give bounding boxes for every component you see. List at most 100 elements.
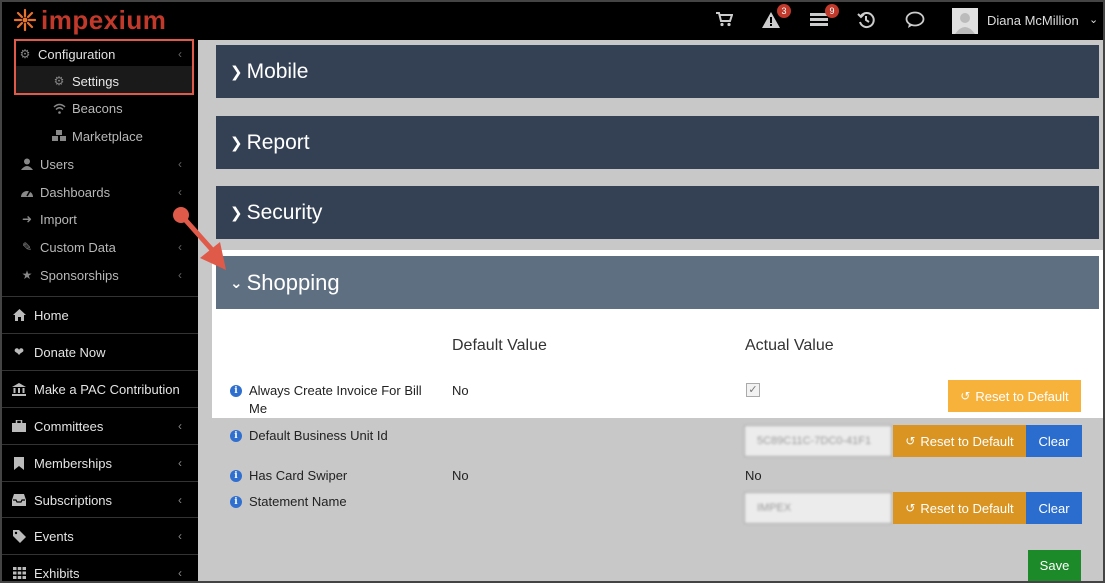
chevron-left-icon: ‹ — [178, 566, 182, 580]
column-header-default: Default Value — [452, 337, 547, 354]
tasks-badge: 9 — [825, 4, 839, 18]
sidebar-item-home[interactable]: Home — [2, 296, 198, 333]
inbox-icon — [12, 493, 26, 507]
panel-mobile[interactable]: ❯ Mobile — [216, 45, 1099, 98]
clear-button[interactable]: Clear — [1026, 492, 1082, 524]
annotation-arrow — [173, 207, 226, 270]
history-icon[interactable] — [855, 11, 877, 31]
panel-security[interactable]: ❯ Security — [216, 186, 1099, 239]
sidebar-item-label: Subscriptions — [34, 492, 113, 508]
setting-label-statement-name: i Statement Name — [230, 493, 347, 511]
panel-title: Report — [246, 130, 310, 154]
sidebar-item-events[interactable]: Events ‹ — [2, 517, 198, 554]
sidebar-item-label: Donate Now — [34, 344, 106, 360]
history-icon: ↺ — [905, 501, 916, 515]
alerts-badge: 3 — [777, 4, 791, 18]
wifi-icon — [52, 101, 66, 115]
invoice-checkbox[interactable]: ✓ — [746, 383, 760, 397]
info-icon[interactable]: i — [230, 430, 242, 442]
chevron-left-icon: ‹ — [178, 419, 182, 433]
actual-value: No — [745, 468, 762, 483]
chevron-left-icon: ‹ — [178, 529, 182, 543]
chevron-down-icon[interactable]: ⌄ — [1089, 13, 1098, 26]
star-icon: ★ — [21, 268, 33, 282]
reset-to-default-button[interactable]: ↺ Reset to Default — [893, 425, 1026, 457]
sign-in-icon: ➜ — [21, 212, 33, 226]
sidebar-item-label: Sponsorships — [40, 267, 119, 283]
panel-shopping[interactable]: ⌄ Shopping — [216, 256, 1099, 309]
dashboard-icon — [20, 185, 34, 199]
logo[interactable]: impexium — [12, 7, 166, 33]
sidebar-item-label: Events — [34, 528, 74, 544]
avatar[interactable] — [952, 8, 978, 34]
top-bar: impexium 3 9 Diana McMillion ⌄ — [2, 2, 1103, 40]
cart-icon[interactable] — [713, 11, 735, 31]
chat-icon[interactable] — [904, 11, 926, 31]
edit-icon: ✎ — [21, 240, 33, 254]
chevron-left-icon: ‹ — [178, 185, 182, 199]
info-icon[interactable]: i — [230, 496, 242, 508]
sidebar-item-label: Make a PAC Contribution — [34, 381, 180, 397]
info-icon[interactable]: i — [230, 385, 242, 397]
bank-icon — [12, 382, 26, 396]
clear-button[interactable]: Clear — [1026, 425, 1082, 457]
setting-label-business-unit: i Default Business Unit Id — [230, 427, 388, 445]
logo-text: impexium — [41, 5, 167, 35]
statement-name-input[interactable]: IMPEX — [744, 492, 892, 524]
chevron-left-icon: ‹ — [178, 493, 182, 507]
sidebar-item-beacons[interactable]: Beacons — [2, 94, 198, 122]
column-header-actual: Actual Value — [745, 337, 834, 354]
tasks-icon[interactable]: 9 — [808, 4, 839, 31]
reset-to-default-button[interactable]: ↺ Reset to Default — [893, 492, 1026, 524]
panel-title: Mobile — [246, 59, 309, 83]
chevron-left-icon: ‹ — [178, 157, 182, 171]
save-button[interactable]: Save — [1028, 550, 1081, 581]
sidebar-item-label: Home — [34, 307, 69, 323]
chevron-left-icon: ‹ — [178, 456, 182, 470]
annotation-highlight-box — [14, 39, 194, 95]
sidebar-item-label: Exhibits — [34, 565, 80, 581]
sidebar-item-label: Dashboards — [40, 184, 111, 200]
sidebar: ⚙ Configuration ‹ ⚙ Settings Beacons Mar… — [2, 40, 198, 581]
sidebar-item-label: Import — [40, 211, 77, 227]
reset-to-default-button[interactable]: ↺ Reset to Default — [948, 380, 1081, 412]
alert-icon[interactable]: 3 — [760, 4, 791, 31]
sidebar-item-committees[interactable]: Committees ‹ — [2, 407, 198, 444]
panel-report[interactable]: ❯ Report — [216, 116, 1099, 169]
sidebar-item-users[interactable]: Users ‹ — [2, 150, 198, 178]
setting-label-invoice: i Always Create Invoice For Bill Me — [230, 382, 430, 418]
sidebar-item-label: Beacons — [72, 100, 123, 116]
panel-title: Security — [246, 200, 323, 224]
home-icon — [12, 308, 26, 322]
sidebar-item-label: Memberships — [34, 455, 113, 471]
sidebar-item-label: Custom Data — [40, 239, 116, 255]
grid-icon — [12, 566, 26, 580]
sidebar-item-label: Marketplace — [72, 128, 143, 144]
setting-label-card-swiper: i Has Card Swiper — [230, 467, 347, 485]
sidebar-item-marketplace[interactable]: Marketplace — [2, 122, 198, 150]
sidebar-item-memberships[interactable]: Memberships ‹ — [2, 444, 198, 481]
sidebar-item-label: Committees — [34, 418, 104, 434]
chevron-right-icon: ❯ — [230, 134, 243, 152]
user-name[interactable]: Diana McMillion — [987, 13, 1079, 28]
briefcase-icon — [12, 419, 26, 433]
info-icon[interactable]: i — [230, 470, 242, 482]
sidebar-item-donate-now[interactable]: ❤ Donate Now — [2, 333, 198, 370]
sidebar-item-label: Users — [40, 156, 74, 172]
sidebar-item-exhibits[interactable]: Exhibits ‹ — [2, 554, 198, 581]
panel-title: Shopping — [246, 269, 340, 295]
default-value: No — [452, 468, 469, 483]
chevron-right-icon: ❯ — [230, 63, 243, 81]
sidebar-item-pac-contribution[interactable]: Make a PAC Contribution — [2, 370, 198, 407]
history-icon: ↺ — [960, 389, 971, 403]
default-value: No — [452, 383, 469, 398]
heart-icon: ❤ — [13, 345, 25, 359]
tag-icon — [12, 529, 26, 543]
sidebar-item-subscriptions[interactable]: Subscriptions ‹ — [2, 481, 198, 518]
cubes-icon — [52, 129, 66, 143]
bookmark-icon — [12, 456, 26, 470]
history-icon: ↺ — [905, 434, 916, 448]
logo-icon — [12, 7, 38, 33]
business-unit-input[interactable]: 5C89C11C-7DC0-41F1 — [744, 425, 892, 457]
user-icon — [20, 157, 34, 171]
